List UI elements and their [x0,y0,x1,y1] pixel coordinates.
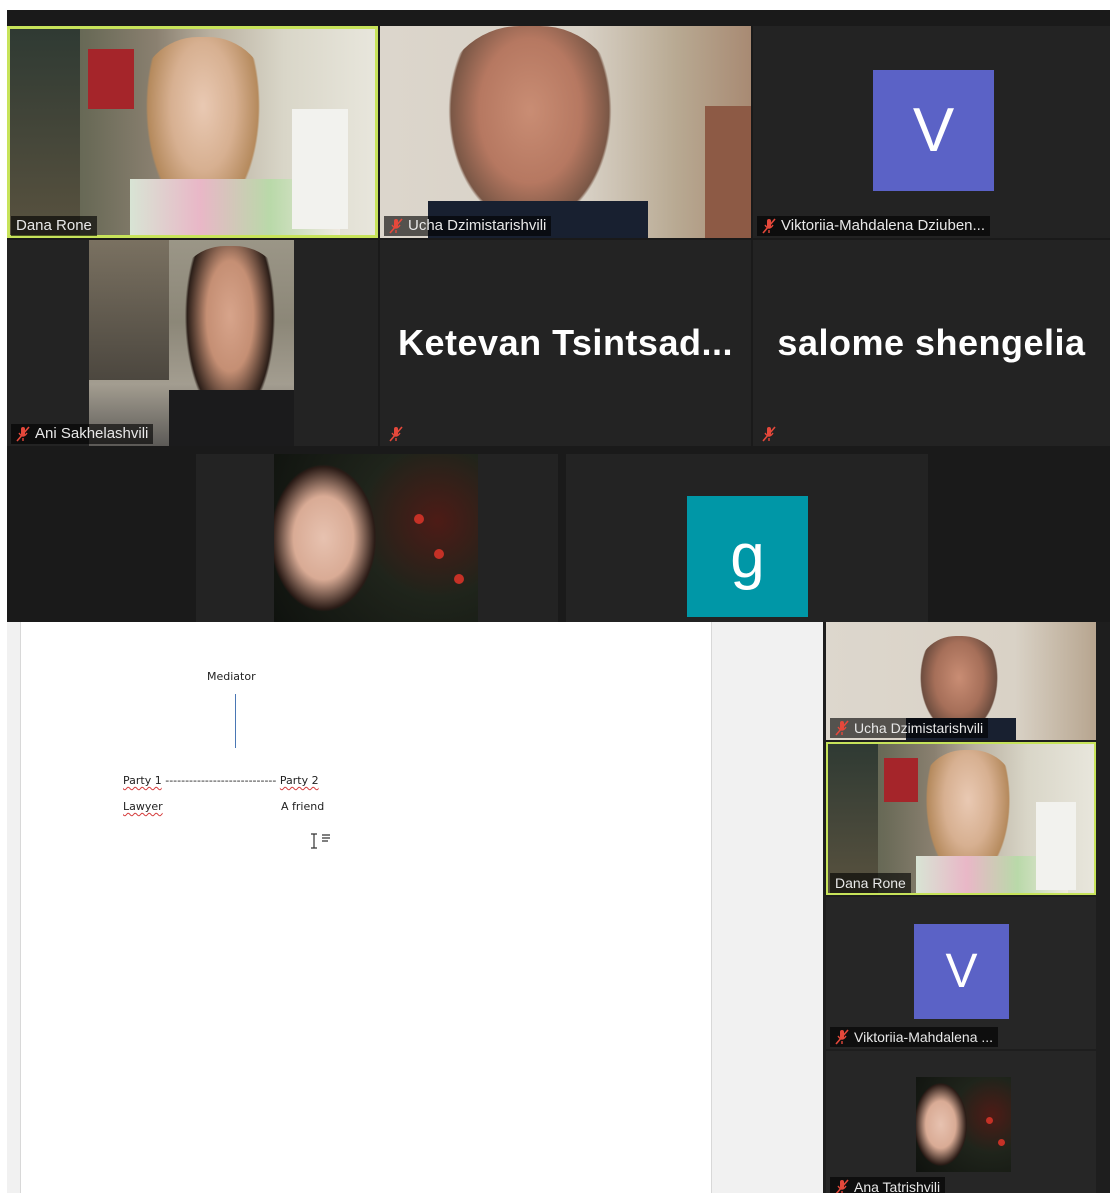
bookshelf [828,744,878,893]
mediator-label: Mediator [207,670,256,683]
party1-row: Party 1 ---------------------------- Par… [123,774,319,787]
video-feed [10,29,375,235]
participant-name: Ucha Dzimistarishvili [854,720,984,736]
bookshelf [10,29,80,235]
mic-muted-icon [762,426,776,442]
document-page[interactable]: Mediator Party 1 -----------------------… [20,622,712,1193]
person [916,1077,971,1172]
person [274,454,384,622]
participant-name-tag [757,424,781,444]
participant-name: Viktoriia-Mahdalena Dziuben... [781,217,986,234]
video-feed [916,1077,1011,1172]
participant-name-tag: Dana Rone [11,216,97,236]
participant-name-tag: Viktoriia-Mahdalena Dziuben... [757,216,991,236]
mic-muted-icon [835,1029,849,1045]
mic-muted-icon [835,720,849,736]
video-feed [828,744,1094,893]
video-feed [274,454,478,622]
friend-label: A friend [281,800,325,813]
participant-tile-ucha[interactable]: Ucha Dzimistarishvili [380,26,751,238]
participant-name: Dana Rone [835,875,906,891]
avatar-v: V [914,924,1009,1019]
participant-name-tag: Ucha Dzimistarishvili [384,216,552,236]
participant-tile-ani[interactable]: Ani Sakhelashvili [7,240,378,446]
mic-muted-icon [389,426,403,442]
flipchart [292,109,348,229]
side-tile-ana[interactable]: Ana Tatrishvili [826,1051,1096,1193]
participant-name: Ana Tatrishvili [854,1179,941,1193]
jacket [169,390,294,446]
flipchart [1036,802,1076,890]
mic-muted-icon [16,426,30,442]
shelf [705,106,751,238]
video-feed [380,26,751,238]
participant-display-name: Ketevan Tsintsad... [398,322,733,363]
lawyer-label: Lawyer [123,800,163,813]
participant-name-tag [384,424,408,444]
participant-tile-salome[interactable]: salome shengelia [753,240,1110,446]
avatar-g: g [687,496,808,617]
video-feed [89,240,294,446]
building [89,240,169,380]
flower [986,1117,993,1124]
participant-name: Ani Sakhelashvili [35,425,149,442]
avatar-letter: V [912,96,955,165]
connector-line [235,694,236,748]
side-tile-dana-rone[interactable]: Dana Rone [826,742,1096,895]
text-cursor-icon [311,833,330,849]
mic-muted-icon [389,218,403,234]
participant-name-tag: Ani Sakhelashvili [11,424,154,444]
participant-name: Dana Rone [16,217,92,234]
participant-name-tag: Viktoriia-Mahdalena ... [830,1027,999,1047]
participant-tile-g[interactable]: g [566,454,928,622]
participant-name-tag: Ucha Dzimistarishvili [830,718,989,738]
party1-label: Party 1 [123,774,162,787]
participant-tile-dana-rone[interactable]: Dana Rone [7,26,378,238]
participant-tile-viktoriia[interactable]: V Viktoriia-Mahdalena Dziuben... [753,26,1110,238]
red-binders [88,49,134,109]
red-binders [884,758,918,802]
participant-tile-7[interactable] [196,454,558,622]
avatar-v: V [873,70,994,191]
participant-display-name: salome shengelia [777,322,1086,363]
avatar-letter: g [730,522,765,591]
side-tile-viktoriia[interactable]: V Viktoriia-Mahdalena ... [826,897,1096,1049]
dashes: ---------------------------- [165,774,277,787]
participant-name: Ucha Dzimistarishvili [408,217,547,234]
video-gallery: Dana Rone Ucha Dzimistarishvili V Viktor… [7,10,1110,622]
participant-name-tag: Ana Tatrishvili [830,1177,946,1193]
flower [998,1139,1005,1146]
participant-name: Viktoriia-Mahdalena ... [854,1029,994,1045]
avatar-letter: V [945,945,978,998]
mic-muted-icon [762,218,776,234]
mic-muted-icon [835,1179,849,1193]
participant-name-tag: Dana Rone [830,873,911,893]
flower [454,574,464,584]
participant-tile-ketevan[interactable]: Ketevan Tsintsad... [380,240,751,446]
flower [434,549,444,559]
party2-label: Party 2 [279,774,319,787]
side-tile-ucha[interactable]: Ucha Dzimistarishvili [826,622,1096,740]
video-side-panel: Ucha Dzimistarishvili Dana Rone V Viktor… [823,622,1110,1193]
flower [414,514,424,524]
